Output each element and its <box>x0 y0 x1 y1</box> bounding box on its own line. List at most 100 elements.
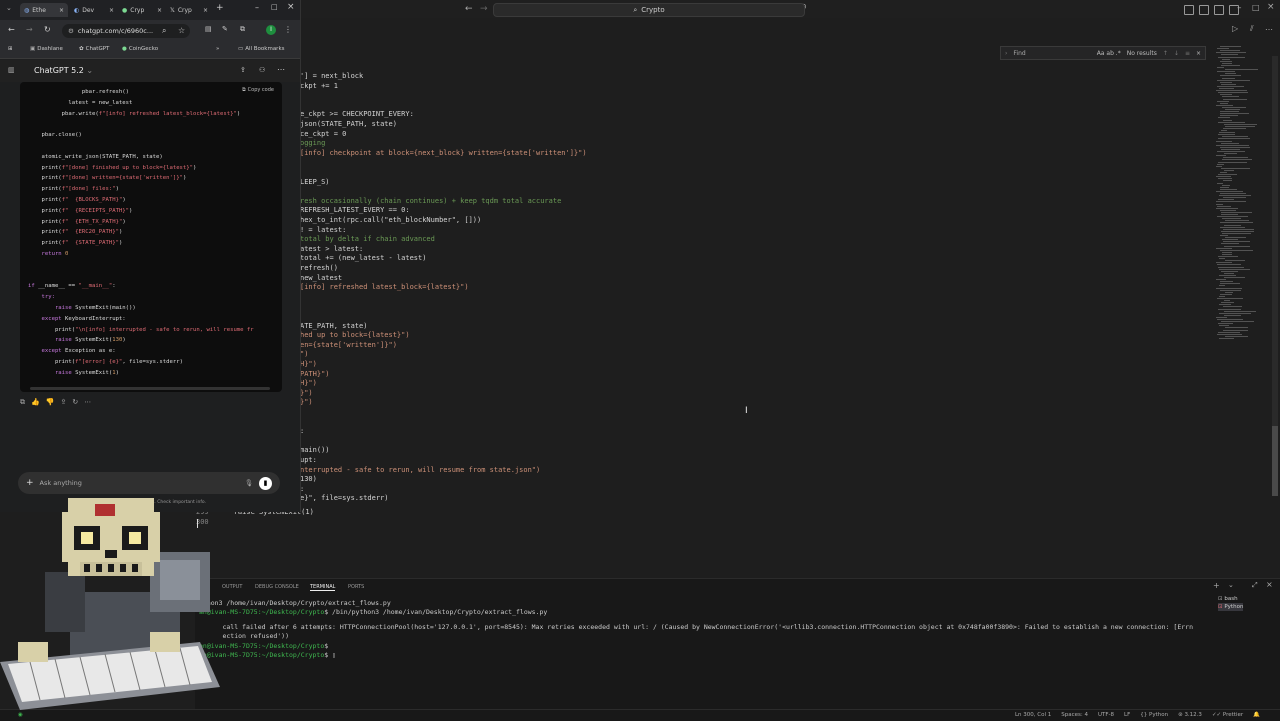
previous-match-icon[interactable]: ↑ <box>1163 50 1168 57</box>
address-bar[interactable]: ⚙ chatgpt.com/c/6960c... <box>62 24 190 38</box>
profile-avatar[interactable]: I <box>266 25 276 35</box>
language-mode[interactable]: {} Python <box>1140 712 1168 718</box>
close-panel-icon[interactable]: × <box>1266 580 1273 589</box>
prettier-status[interactable]: ✓✓ Prettier <box>1212 712 1243 718</box>
bookmarks-overflow-icon[interactable]: » <box>216 46 219 52</box>
bookmark-chatgpt[interactable]: ✿ ChatGPT <box>79 46 109 52</box>
extensions-icon[interactable]: ⧉ <box>240 25 245 34</box>
maximize-window-icon[interactable]: □ <box>1252 3 1260 12</box>
run-icon[interactable]: ▷ <box>1232 24 1238 33</box>
terminal-item-python[interactable]: ⊡ Python <box>1218 603 1244 611</box>
code-editor[interactable]: '] = next_block ckpt += 1 e_ckpt >= CHECKP… <box>196 42 1205 572</box>
back-arrow-icon[interactable]: ← <box>465 4 473 14</box>
copy-icon[interactable]: ⧉ <box>20 398 25 407</box>
site-info-icon[interactable]: ⚙ <box>68 27 74 35</box>
back-icon[interactable]: ← <box>8 25 15 34</box>
notifications-bell-icon[interactable]: 🔔 <box>1253 712 1260 718</box>
minimap-line <box>1220 60 1232 62</box>
more-options-icon[interactable]: ⋯ <box>277 65 285 74</box>
thumbs-up-icon[interactable]: 👍 <box>31 398 40 407</box>
encoding[interactable]: UTF-8 <box>1098 712 1114 718</box>
toggle-panel-icon[interactable] <box>1199 5 1209 15</box>
indentation[interactable]: Spaces: 4 <box>1061 712 1088 718</box>
editor-scrollbar[interactable] <box>1272 56 1278 496</box>
share-icon[interactable]: ⇪ <box>60 398 66 407</box>
terminal-dropdown-icon[interactable]: ⌄ <box>1228 581 1234 589</box>
close-window-icon[interactable]: × <box>1267 2 1275 12</box>
close-tab-icon[interactable]: × <box>203 7 208 14</box>
scrollbar-thumb[interactable] <box>1272 426 1278 496</box>
minimap-line <box>1220 75 1241 77</box>
pen-extension-icon[interactable]: ✎ <box>222 25 228 33</box>
maximize-window-icon[interactable]: □ <box>271 3 278 11</box>
bookmark-dashlane[interactable]: ▣ Dashlane <box>30 46 63 52</box>
minimap-line <box>1221 142 1239 144</box>
add-people-icon[interactable]: ⚇ <box>259 66 265 74</box>
tab-cryp-2[interactable]: 𝕏 Cryp × <box>166 3 212 17</box>
copy-code-button[interactable]: ⧉ Copy code <box>242 87 274 93</box>
tab-ethe[interactable]: ◍ Ethe × <box>20 3 68 17</box>
downloads-icon[interactable]: ▤ <box>205 25 212 33</box>
close-tab-icon[interactable]: × <box>157 7 162 14</box>
chrome-menu-icon[interactable]: ⋮ <box>284 25 292 34</box>
zoom-icon[interactable]: ⌕ <box>162 26 166 36</box>
code-horizontal-scrollbar[interactable] <box>30 387 270 390</box>
next-match-icon[interactable]: ↓ <box>1174 50 1179 57</box>
minimap-line <box>1220 222 1253 224</box>
voice-mode-button[interactable]: ▮ <box>259 476 272 490</box>
share-icon[interactable]: ⇪ <box>240 66 246 74</box>
terminal-item-bash[interactable]: ⊡ bash <box>1218 595 1243 603</box>
find-input[interactable]: Find <box>1013 50 1090 57</box>
apps-grid-icon[interactable]: ⊞ <box>8 46 13 52</box>
sidebar-toggle-icon[interactable]: ▥ <box>8 66 15 74</box>
tab-debug-console[interactable]: DEBUG CONSOLE <box>255 584 299 590</box>
bookmark-star-icon[interactable]: ☆ <box>178 26 185 35</box>
new-terminal-icon[interactable]: + <box>1213 581 1220 590</box>
close-tab-icon[interactable]: × <box>59 7 64 14</box>
all-bookmarks[interactable]: ▭ All Bookmarks <box>238 46 285 52</box>
end-of-line[interactable]: LF <box>1124 712 1130 718</box>
minimize-window-icon[interactable]: – <box>255 3 259 12</box>
regenerate-icon[interactable]: ↻ <box>72 398 78 407</box>
expand-replace-icon[interactable]: › <box>1005 50 1007 57</box>
thumbs-down-icon[interactable]: 👎 <box>46 398 55 407</box>
command-center-search[interactable]: ⌕ Crypto <box>493 3 805 17</box>
close-window-icon[interactable]: × <box>287 2 295 12</box>
tab-ports[interactable]: PORTS <box>348 584 364 590</box>
more-icon[interactable]: ⋯ <box>84 398 91 407</box>
find-options[interactable]: Aa ab .* <box>1097 50 1121 57</box>
remote-indicator-icon[interactable]: ◉ <box>18 712 23 718</box>
minimap-line <box>1220 293 1232 295</box>
toggle-secondary-sidebar-icon[interactable] <box>1214 5 1224 15</box>
model-selector[interactable]: ChatGPT 5.2 ⌄ <box>34 66 93 75</box>
tab-cryp-1[interactable]: ● Cryp × <box>118 3 166 17</box>
code-line: nterrupted - safe to rerun, will resume … <box>300 465 541 474</box>
maximize-panel-icon[interactable]: ⤢ <box>1252 581 1258 590</box>
tab-search-icon[interactable]: ⌄ <box>6 4 12 12</box>
split-editor-icon[interactable]: ⫽ <box>1250 24 1254 34</box>
cursor-position[interactable]: Ln 300, Col 1 <box>1015 712 1051 718</box>
find-in-selection-icon[interactable]: ≡ <box>1185 50 1190 57</box>
toggle-sidebar-icon[interactable] <box>1184 5 1194 15</box>
plus-icon[interactable]: + <box>26 478 34 488</box>
chat-input[interactable]: + Ask anything 🎙 ▮ <box>18 472 280 494</box>
code-token: except <box>28 315 66 322</box>
forward-icon[interactable]: → <box>26 25 33 34</box>
reload-icon[interactable]: ↻ <box>44 25 51 34</box>
code-line: ce_ckpt = 0 <box>300 129 347 138</box>
close-tab-icon[interactable]: × <box>109 7 114 14</box>
close-find-icon[interactable]: × <box>1196 50 1201 57</box>
minimize-window-icon[interactable]: – <box>1237 3 1242 13</box>
tab-terminal[interactable]: TERMINAL <box>310 584 336 591</box>
microphone-icon[interactable]: 🎙 <box>245 479 253 487</box>
new-tab-icon[interactable]: + <box>216 3 224 13</box>
code-line: print(f"[error] {e}", file=sys.stderr) <box>28 357 183 368</box>
python-version[interactable]: ⊛ 3.12.3 <box>1178 712 1202 718</box>
minimap-line <box>1219 325 1229 327</box>
tab-dev[interactable]: ◐ Dev × <box>70 3 118 17</box>
minimap[interactable] <box>1212 42 1270 352</box>
bookmark-coingecko[interactable]: ● CoinGecko <box>122 46 158 52</box>
forward-arrow-icon[interactable]: → <box>480 4 488 14</box>
minimap-line <box>1224 314 1241 316</box>
more-actions-icon[interactable]: … <box>1265 23 1273 32</box>
